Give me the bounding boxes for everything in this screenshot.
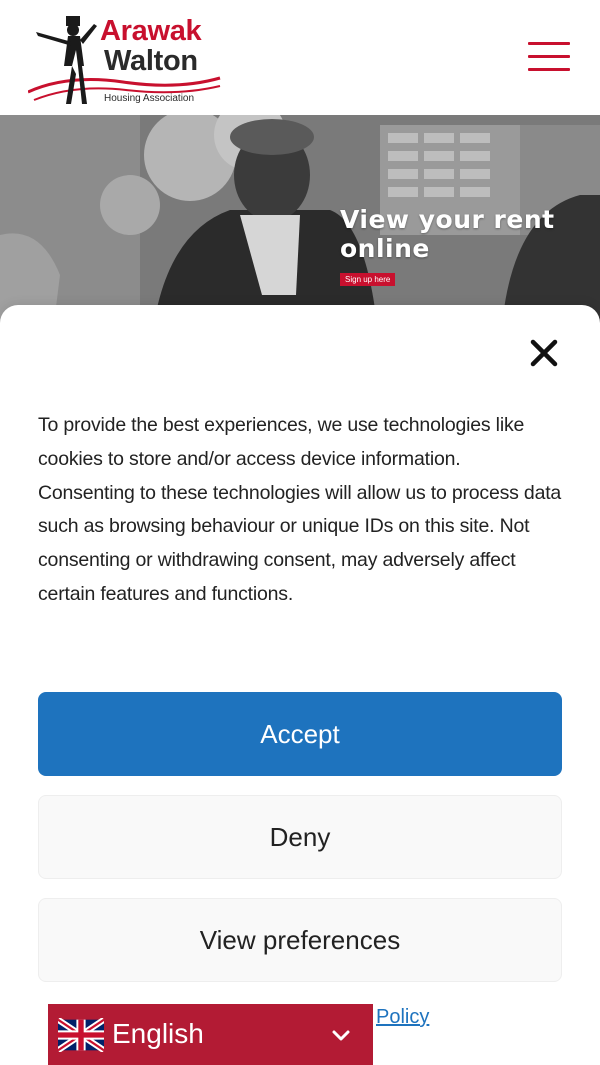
uk-flag-icon bbox=[58, 1018, 104, 1052]
close-icon[interactable] bbox=[528, 337, 560, 369]
menu-bar bbox=[528, 42, 570, 45]
selected-language-label: English bbox=[112, 1018, 204, 1049]
menu-bar bbox=[528, 55, 570, 58]
site-logo[interactable]: Arawak Walton Housing Association bbox=[28, 14, 228, 110]
cookie-consent-text: To provide the best experiences, we use … bbox=[38, 414, 562, 605]
cookie-consent-dialog: To provide the best experiences, we use … bbox=[0, 305, 600, 1065]
logo-name-line2: Walton bbox=[104, 45, 198, 77]
chevron-down-icon bbox=[332, 1030, 350, 1041]
logo-tagline: Housing Association bbox=[104, 93, 195, 104]
accept-button[interactable]: Accept bbox=[38, 692, 562, 776]
site-header: Arawak Walton Housing Association bbox=[0, 0, 600, 115]
language-selector[interactable]: English bbox=[48, 1004, 373, 1065]
logo-name-line1: Arawak bbox=[100, 15, 202, 47]
policy-link[interactable]: Policy bbox=[376, 1006, 429, 1029]
hero-title: View your rent online bbox=[340, 205, 555, 263]
hamburger-menu-icon[interactable] bbox=[528, 40, 570, 74]
menu-bar bbox=[528, 68, 570, 71]
deny-button[interactable]: Deny bbox=[38, 795, 562, 879]
view-preferences-button[interactable]: View preferences bbox=[38, 898, 562, 982]
hero-signup-button[interactable]: Sign up here bbox=[340, 273, 396, 286]
close-icon-glyph bbox=[530, 339, 558, 367]
